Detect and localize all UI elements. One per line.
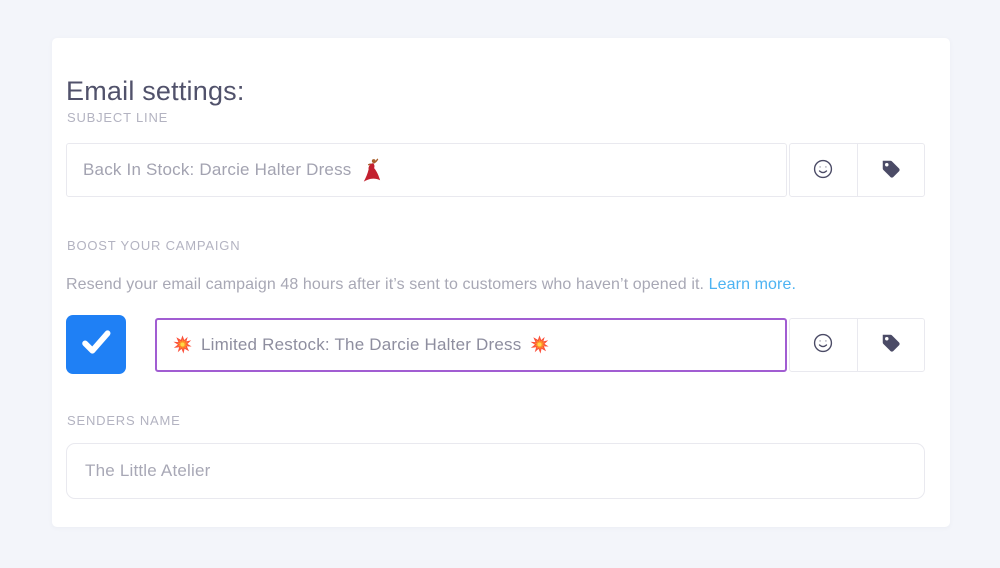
boost-campaign-label: BOOST YOUR CAMPAIGN — [67, 238, 240, 253]
subject-line-value: Back In Stock: Darcie Halter Dress — [83, 160, 352, 180]
boost-subject-input[interactable]: Limited Restock: The Darcie Halter Dress — [155, 318, 787, 372]
subject-line-row: Back In Stock: Darcie Halter Dress — [66, 143, 925, 197]
senders-name-row: The Little Atelier — [66, 443, 925, 499]
page-title: Email settings: — [66, 74, 245, 108]
senders-name-input[interactable]: The Little Atelier — [66, 443, 925, 499]
senders-name-label: SENDERS NAME — [67, 413, 181, 428]
boost-description: Resend your email campaign 48 hours afte… — [66, 275, 925, 295]
subject-line-input[interactable]: Back In Stock: Darcie Halter Dress — [66, 143, 787, 197]
subject-toolbar — [789, 143, 925, 197]
boost-subject-value: Limited Restock: The Darcie Halter Dress — [201, 335, 521, 355]
collision-emoji — [530, 335, 549, 354]
woman-dancing-emoji — [362, 158, 383, 183]
boost-row: Limited Restock: The Darcie Halter Dress — [66, 315, 925, 374]
boost-checkbox[interactable] — [66, 315, 126, 374]
boost-description-text: Resend your email campaign 48 hours afte… — [66, 276, 704, 293]
senders-name-value: The Little Atelier — [85, 461, 211, 481]
subject-line-label: SUBJECT LINE — [67, 110, 168, 125]
tag-icon — [880, 332, 902, 357]
emoji-picker-button[interactable] — [790, 144, 857, 196]
emoji-picker-button[interactable] — [790, 319, 857, 371]
smiley-icon — [812, 332, 834, 357]
tag-icon — [880, 158, 902, 183]
merge-tag-button[interactable] — [857, 319, 925, 371]
learn-more-link[interactable]: Learn more. — [709, 276, 796, 293]
merge-tag-button[interactable] — [857, 144, 925, 196]
boost-toolbar — [789, 318, 925, 372]
email-settings-card: Email settings: SUBJECT LINE Back In Sto… — [52, 38, 950, 527]
collision-emoji — [173, 335, 192, 354]
smiley-icon — [812, 158, 834, 183]
checkmark-icon — [75, 321, 117, 368]
